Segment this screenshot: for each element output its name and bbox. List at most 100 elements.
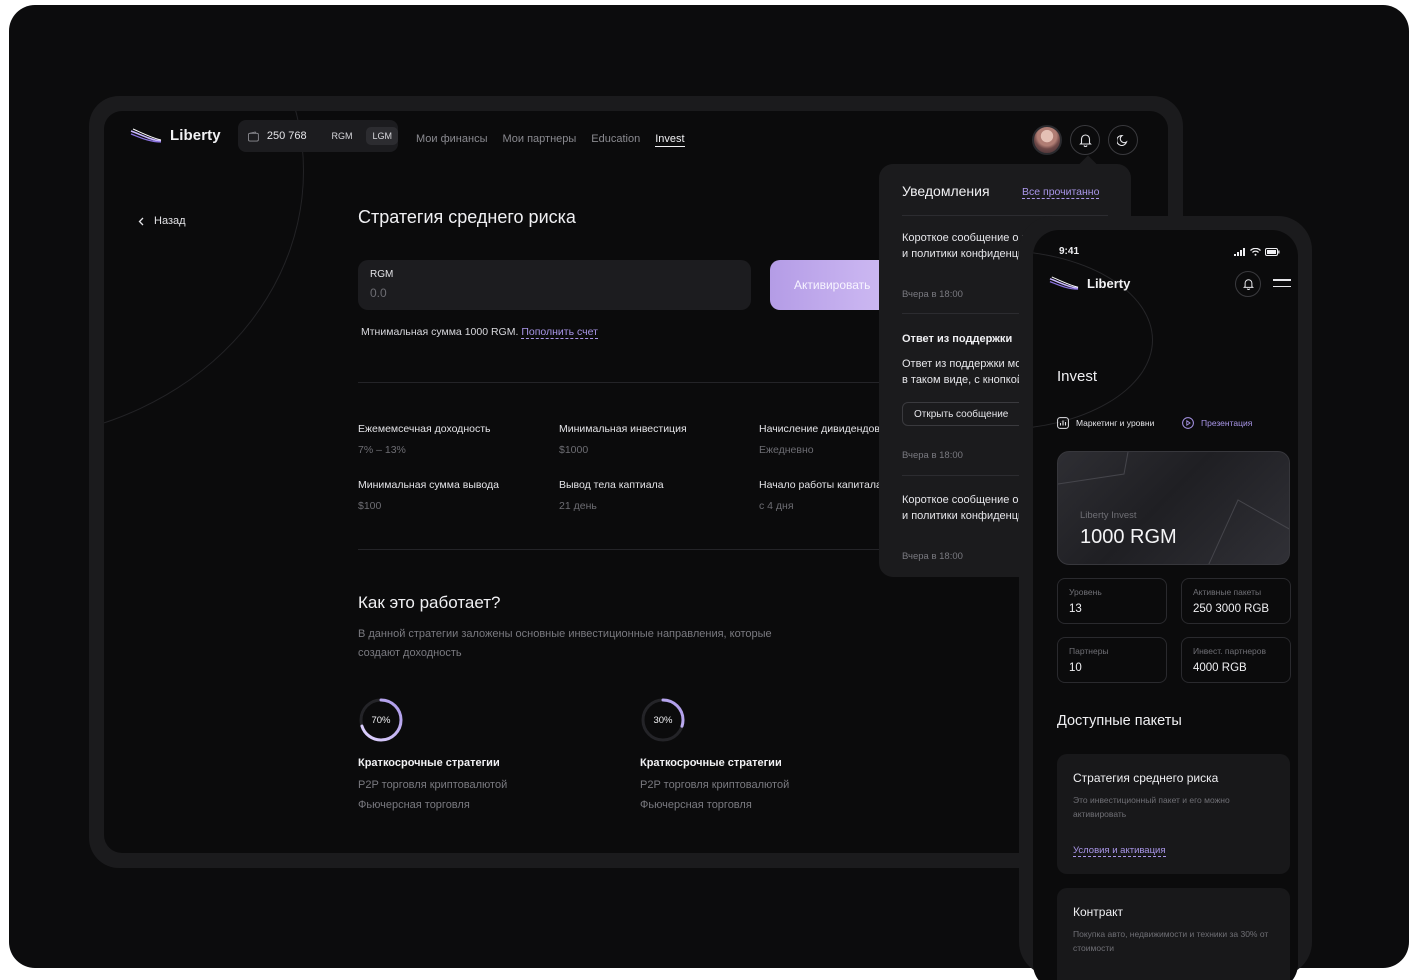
stat-value: 7% – 13% — [358, 444, 406, 456]
tile-invest-partners: Инвест. партнеров 4000 RGB — [1181, 637, 1291, 683]
strategy-block-2: Краткосрочные стратегии P2P торговля кри… — [640, 757, 789, 811]
notification-time: Вчера в 18:00 — [902, 289, 963, 300]
stat-value: $100 — [358, 500, 382, 512]
presentation-link[interactable]: Презентация — [1182, 417, 1252, 429]
amount-field-value[interactable]: 0.0 — [370, 286, 739, 300]
phone-screen: 9:41 Liberty Invest Маркетинг и уровни П… — [1033, 230, 1298, 980]
nav-invest[interactable]: Invest — [655, 133, 685, 147]
status-icons — [1234, 248, 1280, 256]
stat-value: с 4 дня — [759, 500, 794, 512]
stat-dividends: Начисление дивидендов Ежедневно — [759, 423, 880, 456]
nav-my-finances[interactable]: Мои финансы — [416, 133, 487, 147]
strategy-title: Краткосрочные стратегии — [358, 757, 500, 769]
mobile-notifications-button[interactable] — [1235, 271, 1261, 297]
package-description: Покупка авто, недвижимости и техники за … — [1073, 929, 1269, 953]
currency-lgm[interactable]: LGM — [366, 127, 398, 145]
open-message-button[interactable]: Открыть сообщение — [902, 402, 1032, 426]
logo-text: Liberty — [170, 127, 221, 144]
stat-value: 21 день — [559, 500, 597, 512]
strategy-line: Фьючерсная торговля — [640, 799, 752, 811]
main-nav: Мои финансы Мои партнеры Education Inves… — [416, 133, 685, 147]
play-icon — [1182, 417, 1194, 429]
stat-label: Начисление дивидендов — [759, 423, 880, 435]
card-label: Liberty Invest — [1080, 510, 1137, 521]
stat-capital-withdrawal: Вывод тела каптиала 21 день — [559, 479, 664, 512]
moon-icon — [1117, 134, 1128, 146]
amount-field-label: RGM — [370, 269, 394, 280]
mobile-page-title: Invest — [1057, 368, 1098, 385]
nav-my-partners[interactable]: Мои партнеры — [502, 133, 576, 147]
card-value: 1000 RGM — [1080, 526, 1177, 548]
invest-card[interactable]: Liberty Invest 1000 RGM — [1057, 451, 1290, 565]
package-title: Стратегия среднего риска — [1073, 771, 1219, 785]
stat-value: $1000 — [559, 444, 589, 456]
allocation-ring-1: 70% — [358, 697, 404, 743]
package-title: Контракт — [1073, 905, 1124, 919]
stat-label: Минимальная инвестиция — [559, 423, 687, 435]
marketing-link-label: Маркетинг и уровни — [1076, 418, 1155, 428]
package-description: Это инвестиционный пакет и его можно акт… — [1073, 795, 1230, 819]
tile-value: 10 — [1069, 662, 1082, 674]
chevron-left-icon — [138, 217, 144, 225]
presentation-link-label: Презентация — [1201, 418, 1253, 428]
package-card[interactable]: Контракт Покупка авто, недвижимости и те… — [1057, 888, 1290, 980]
stat-monthly-yield: Ежемемсечная доходность 7% – 13% — [358, 423, 490, 456]
stat-min-withdrawal: Минимальная сумма вывода $100 — [358, 479, 499, 512]
how-it-works-title: Как это работает? — [358, 593, 501, 612]
minimum-note: Мтнимальная сумма 1000 RGM. Пополнить сч… — [361, 326, 598, 339]
wallet-icon — [248, 130, 259, 141]
liberty-logo-icon — [130, 128, 162, 143]
package-terms-link[interactable]: Условия и активация — [1073, 845, 1166, 857]
mobile-logo[interactable]: Liberty — [1049, 276, 1130, 291]
liberty-logo-icon — [1049, 276, 1079, 290]
wifi-icon — [1250, 248, 1261, 256]
bell-icon — [1078, 134, 1092, 147]
stat-label: Вывод тела каптиала — [559, 479, 664, 491]
top-actions — [1032, 125, 1138, 155]
tile-label: Партнеры — [1069, 646, 1109, 656]
strategy-line: P2P торговля криптовалютой — [358, 779, 508, 791]
nav-education[interactable]: Education — [591, 133, 640, 147]
menu-icon[interactable] — [1273, 279, 1291, 292]
battery-icon — [1265, 248, 1280, 256]
ring-percent: 30% — [653, 714, 673, 726]
wallet-balance[interactable]: 250 768 RGM LGM — [238, 120, 398, 152]
tile-value: 13 — [1069, 603, 1082, 615]
notification-title: Ответ из поддержки — [902, 333, 1013, 345]
mark-all-read-link[interactable]: Все прочитанно — [1022, 186, 1100, 199]
avatar[interactable] — [1032, 125, 1062, 155]
signal-icon — [1234, 248, 1245, 256]
notification-time: Вчера в 18:00 — [902, 450, 963, 461]
tile-active-packages: Активные пакеты 250 3000 RGB — [1181, 578, 1291, 624]
stat-value: Ежедневно — [759, 444, 814, 456]
packages-title: Доступные пакеты — [1057, 713, 1182, 729]
tile-label: Инвест. партнеров — [1193, 646, 1267, 656]
balance-value: 250 768 — [266, 130, 307, 142]
page-title: Стратегия среднего риска — [358, 207, 576, 227]
tile-value: 250 3000 RGB — [1193, 603, 1270, 615]
stat-label: Ежемемсечная доходность — [358, 423, 491, 435]
package-card[interactable]: Стратегия среднего риска Это инвестицион… — [1057, 754, 1290, 874]
top-bar: Liberty 250 768 RGM LGM Мои финансы Мои … — [104, 111, 1168, 171]
tile-level: Уровень 13 — [1057, 578, 1167, 624]
stat-label: Начало работы капитала — [759, 479, 882, 491]
stat-capital-start: Начало работы капитала с 4 дня — [759, 479, 882, 512]
stat-label: Минимальная сумма вывода — [358, 479, 499, 491]
amount-field[interactable]: RGM 0.0 — [358, 260, 751, 310]
back-label: Назад — [154, 215, 186, 227]
marketing-link[interactable]: Маркетинг и уровни — [1057, 417, 1154, 429]
currency-rgm[interactable]: RGM — [325, 127, 358, 145]
chart-icon — [1057, 417, 1069, 429]
allocation-ring-2: 30% — [640, 697, 686, 743]
tile-value: 4000 RGB — [1193, 662, 1247, 674]
top-up-link[interactable]: Пополнить счет — [521, 326, 598, 339]
notifications-title: Уведомления — [902, 183, 990, 199]
notifications-button[interactable] — [1070, 125, 1100, 155]
how-it-works-text: В данной стратегии заложены основные инв… — [358, 628, 772, 659]
strategy-title: Краткосрочные стратегии — [640, 757, 782, 769]
logo[interactable]: Liberty — [130, 127, 221, 144]
theme-toggle-button[interactable] — [1108, 125, 1138, 155]
notification-time: Вчера в 18:00 — [902, 551, 963, 562]
back-link[interactable]: Назад — [138, 215, 186, 227]
tile-partners: Партнеры 10 — [1057, 637, 1167, 683]
